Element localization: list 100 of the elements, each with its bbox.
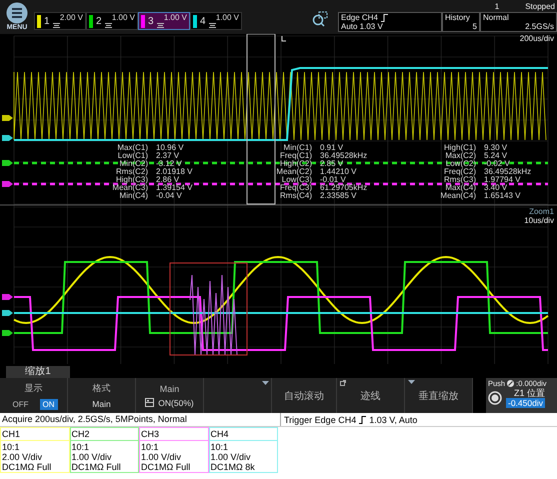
acquisition-mode: Normal: [483, 13, 510, 22]
toggle-option[interactable]: ON: [40, 398, 58, 410]
menu-value[interactable]: Main: [92, 399, 111, 409]
channel-tab[interactable]: 4 1.00 V: [190, 12, 242, 30]
measurement-value: 36.49528kHz: [484, 168, 532, 176]
menu-label: 格式: [92, 382, 110, 395]
acquisition-count: 1: [494, 2, 500, 10]
measurement-value: 1.39154 V: [156, 184, 194, 192]
channel-scale: 2.00 V: [60, 13, 83, 22]
measurement-label: Mean(C2): [275, 168, 312, 176]
rotary-knob-icon: [488, 391, 502, 405]
rising-edge-icon: [380, 14, 388, 22]
channel-scale: 1.00 V: [112, 13, 135, 22]
measurement-value: 2.37 V: [156, 152, 180, 160]
measurement-value: 0.91 V: [320, 144, 344, 152]
measurement-label: High(C3): [114, 176, 148, 184]
timebase-label: 10us/div: [524, 216, 554, 225]
run-state: Stopped: [525, 2, 555, 10]
measurement-value: 10.96 V: [156, 144, 185, 152]
channel-tab[interactable]: 3 1.00 V: [138, 12, 190, 30]
menu-cell[interactable]: 格式 Main: [68, 378, 136, 413]
probe-ratio: 10:1: [140, 442, 160, 452]
measurement-label: Freq(C3): [278, 184, 312, 192]
menu-value[interactable]: ON(50%): [158, 398, 194, 408]
zoom-icon[interactable]: [312, 11, 328, 27]
measurement-value: -0.01 V: [320, 176, 347, 184]
level-marker-icon: [2, 160, 13, 166]
menu-cell[interactable]: Main ON(50%): [136, 378, 204, 413]
menu-icon: [6, 2, 28, 24]
measurement-value: 36.49528kHz: [320, 152, 368, 160]
measurement-value: 3.40 V: [484, 184, 508, 192]
trigger-summary: Trigger Edge CH4: [284, 414, 356, 424]
measurement-label: Max(C2): [445, 152, 476, 160]
coupling-setting: DC1MΩ 8k: [210, 462, 256, 472]
ground-icon: [208, 22, 216, 28]
measurement-label: High(C1): [442, 144, 476, 152]
measurement-value: 1.44210 V: [320, 168, 358, 176]
acquisition-panel[interactable]: Normal 2.5GS/s: [480, 12, 557, 32]
history-value: 5: [472, 22, 477, 31]
measurement-value: 5.24 V: [484, 152, 508, 160]
card-title: CH3: [140, 428, 208, 441]
menu-action[interactable]: 自动滚动: [284, 388, 324, 402]
level-marker-icon: [2, 310, 13, 316]
measurement-value: 2.86 V: [156, 176, 180, 184]
channel-number: 4: [200, 16, 206, 26]
menu-cell[interactable]: 显示 OFF ON: [0, 378, 68, 413]
ground-icon: [156, 22, 164, 28]
trigger-position-icon: [282, 36, 286, 42]
rising-edge-icon: [359, 416, 366, 424]
knob-icon: [507, 380, 514, 387]
menu-action[interactable]: 迹线: [360, 388, 380, 402]
menu-cell[interactable]: 自动滚动: [272, 378, 337, 413]
measurement-label: Low(C1): [116, 152, 148, 160]
channel-number: 3: [148, 16, 154, 26]
measurement-label: Min(C4): [120, 192, 148, 200]
coupling-setting: DC1MΩ Full: [1, 462, 52, 472]
acquire-summary: Acquire 200us/div, 2.5GS/s, 5MPoints, Normal: [0, 413, 281, 426]
history-panel[interactable]: History 5: [442, 12, 480, 32]
trigger-source: Edge CH4: [341, 13, 378, 22]
measurement-value: -0.04 V: [156, 192, 183, 200]
level-marker-icon: [2, 330, 13, 336]
ground-icon: [104, 22, 112, 28]
zoom-title: Zoom1: [529, 207, 554, 216]
probe-ratio: 10:1: [210, 442, 230, 452]
dropdown-icon[interactable]: [262, 381, 269, 385]
menu-cell[interactable]: [204, 378, 272, 413]
level-marker-icon: [2, 115, 13, 121]
channel-tab[interactable]: 1 2.00 V: [34, 12, 86, 30]
measurement-label: Min(C2): [120, 160, 148, 168]
channel-tab[interactable]: 2 1.00 V: [86, 12, 138, 30]
submenu-icon: [340, 380, 346, 386]
measurement-label: Freq(C1): [278, 152, 312, 160]
position-value[interactable]: -0.450div: [506, 398, 545, 408]
sample-rate: 2.5GS/s: [524, 22, 554, 31]
menu-cell[interactable]: 迹线: [337, 378, 405, 413]
measurement-label: Mean(C4): [439, 192, 476, 200]
trigger-panel[interactable]: Edge CH4 Auto 1.03 V: [338, 12, 442, 32]
measurement-label: Rms(C3): [443, 176, 476, 184]
menu-cell[interactable]: 垂直缩放: [405, 378, 473, 413]
measurement-value: 9.30 V: [484, 144, 508, 152]
level-marker-icon: [2, 294, 13, 300]
dropdown-icon: [408, 380, 415, 384]
measurement-label: Rms(C4): [279, 192, 312, 200]
trigger-summary: 1.03 V, Auto: [369, 414, 418, 424]
vertical-scale: 1.00 V/div: [210, 452, 252, 462]
ground-icon: [52, 22, 60, 28]
trigger-level: Auto 1.03 V: [341, 22, 384, 31]
measurement-label: Max(C1): [116, 144, 148, 152]
vertical-scale: 2.00 V/div: [1, 452, 44, 462]
channel-scale: 1.00 V: [216, 13, 239, 22]
measurement-label: High(C2): [278, 160, 312, 168]
vertical-scale: 1.00 V/div: [140, 452, 182, 462]
knob-label: Z1 位置: [514, 388, 545, 398]
measurement-label: Max(C4): [445, 184, 476, 192]
measurement-value: 1.65143 V: [484, 192, 522, 200]
channel-number: 2: [96, 16, 102, 26]
toggle-option[interactable]: OFF: [10, 398, 32, 410]
zoom-tab[interactable]: 缩放1: [6, 365, 70, 378]
menu-action[interactable]: 垂直缩放: [418, 388, 458, 402]
measurement-label: Low(C3): [282, 176, 312, 184]
